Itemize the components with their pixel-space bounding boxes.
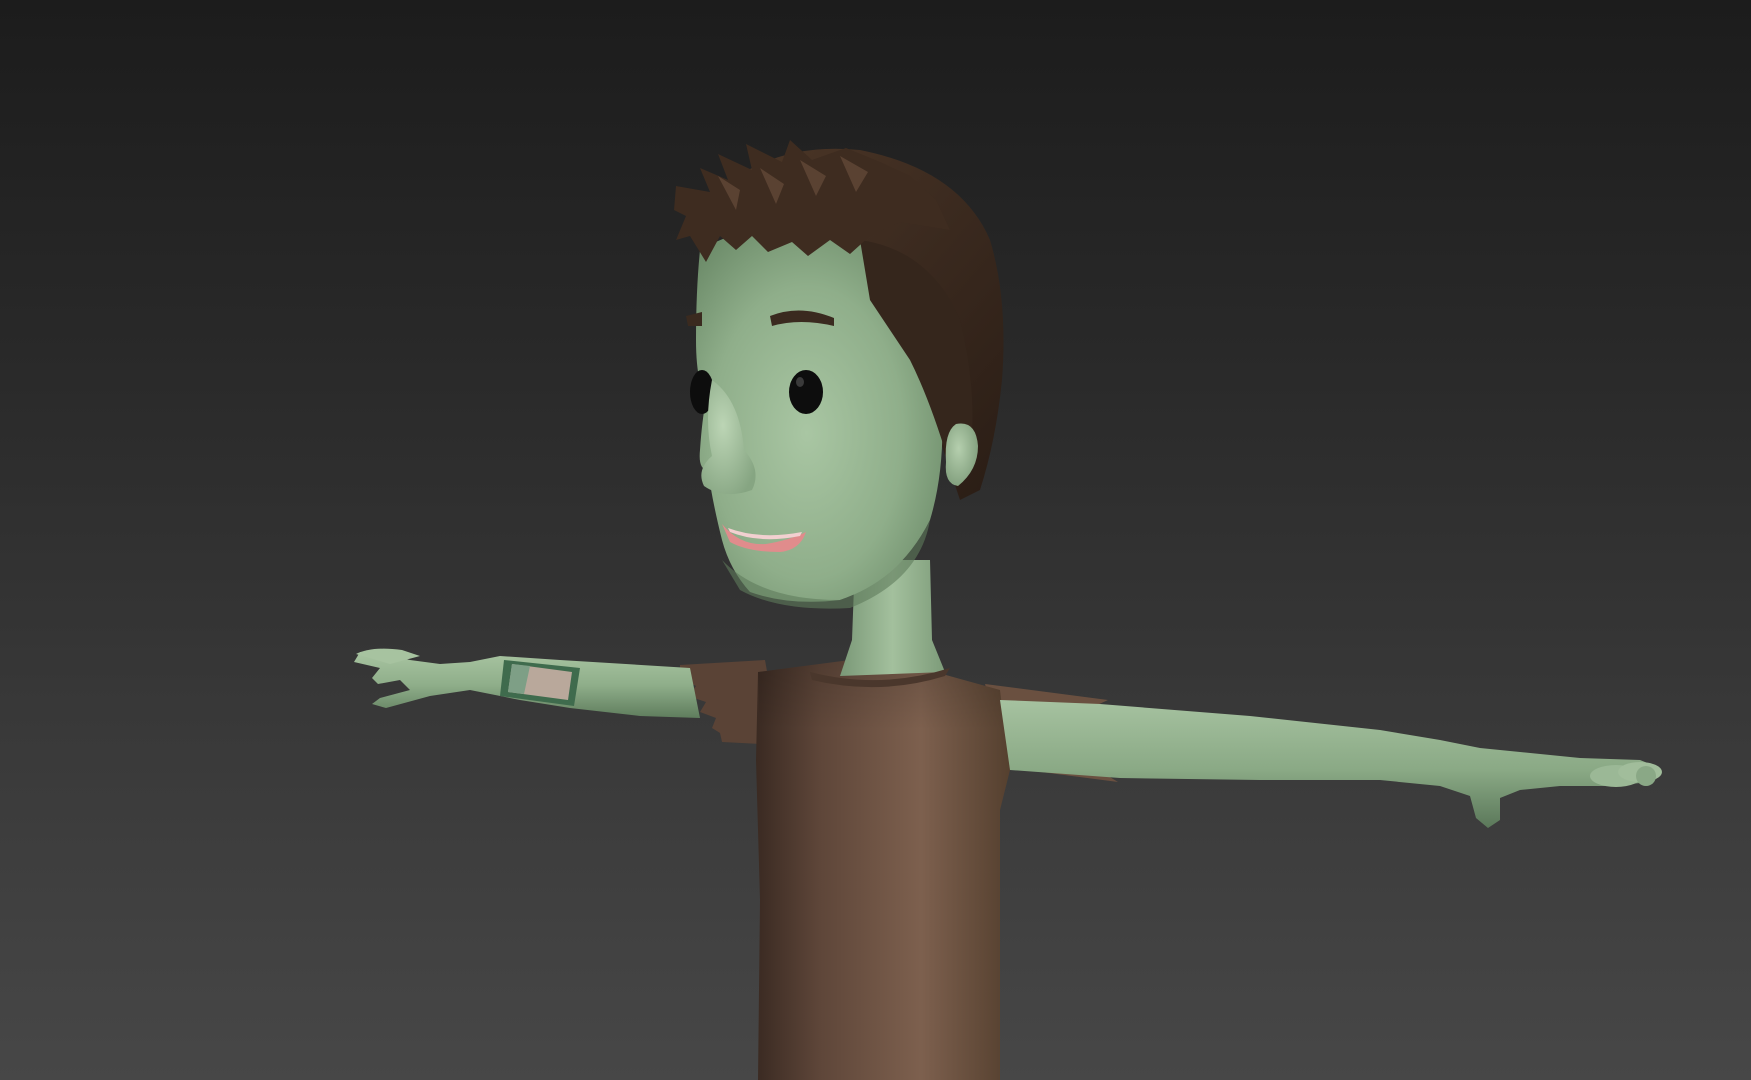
character-model[interactable] xyxy=(354,140,1662,1080)
wristwatch xyxy=(500,660,580,706)
3d-viewport[interactable] xyxy=(0,0,1751,1080)
viewport-render[interactable] xyxy=(0,0,1751,1080)
eye-right-highlight xyxy=(796,377,804,387)
right-arm xyxy=(1000,700,1660,828)
eye-right xyxy=(789,370,823,414)
eyebrow-left xyxy=(686,312,702,326)
